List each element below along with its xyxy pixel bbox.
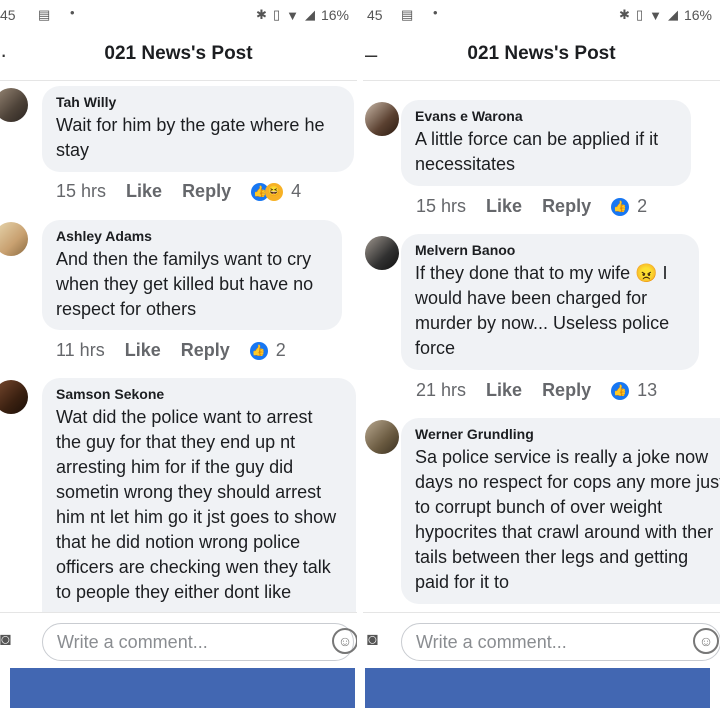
dot-icon: • (433, 5, 438, 20)
avatar[interactable] (365, 420, 399, 454)
notification-icon: ▤ (401, 7, 414, 22)
bluetooth-icon: ✱ (256, 7, 267, 22)
comment-text: Sa police service is really a joke now d… (415, 447, 720, 592)
bottom-action-bar[interactable] (10, 668, 355, 708)
app-bar: – 021 News's Post (363, 30, 720, 81)
comment-time: 15 hrs (56, 181, 107, 201)
like-reaction-icon: 👍 (611, 197, 630, 216)
page-title: 021 News's Post (104, 43, 253, 64)
avatar[interactable] (0, 380, 28, 414)
avatar[interactable] (365, 236, 399, 270)
signal-icon: ◢ (304, 7, 315, 22)
comment-composer: ◙ Write a comment... ☺ (363, 612, 720, 669)
avatar[interactable] (365, 102, 399, 136)
comment-bubble: Tah Willy Wait for him by the gate where… (42, 86, 354, 172)
reaction-count: 4 (291, 181, 302, 201)
bottom-action-bar[interactable] (365, 668, 710, 708)
emoji-icon[interactable]: ☺ (693, 628, 719, 654)
like-button[interactable]: Like (486, 380, 522, 401)
reaction-summary[interactable]: 👍 2 (249, 340, 286, 361)
comment-text: A little force can be applied if it nece… (415, 129, 659, 174)
comment-time: 15 hrs (416, 196, 467, 216)
signal-icon: ◢ (667, 7, 678, 22)
battery-percent: 16% (683, 7, 712, 23)
status-time: 45 (0, 7, 16, 23)
comment-bubble: Evans e Warona A little force can be app… (401, 100, 691, 186)
bluetooth-icon: ✱ (619, 7, 630, 22)
emoji-icon[interactable]: ☺ (332, 628, 357, 654)
reaction-count: 2 (637, 196, 648, 216)
comment-text: If they done that to my wife 😠 I would h… (415, 263, 670, 358)
commenter-name[interactable]: Melvern Banoo (415, 242, 685, 258)
status-bar: 45 ▤ • ✱ ▯ ▼ ◢ 16% (0, 0, 357, 30)
like-reaction-icon: 👍 (611, 381, 630, 400)
comment-input[interactable]: Write a comment... (42, 623, 354, 661)
commenter-name[interactable]: Samson Sekone (56, 386, 342, 402)
commenter-name[interactable]: Tah Willy (56, 94, 340, 110)
reply-button[interactable]: Reply (181, 340, 230, 361)
reaction-summary[interactable]: 👍 😆 4 (251, 181, 301, 202)
avatar[interactable] (0, 222, 28, 256)
comment-bubble: Ashley Adams And then the familys want t… (42, 220, 342, 330)
dot-icon: • (70, 5, 75, 20)
comment-meta: 11 hrs Like Reply 👍 2 (56, 340, 286, 361)
like-button[interactable]: Like (125, 340, 161, 361)
like-button[interactable]: Like (486, 196, 522, 217)
commenter-name[interactable]: Werner Grundling (415, 426, 709, 442)
comment-time: 11 hrs (56, 340, 105, 360)
reply-button[interactable]: Reply (542, 380, 591, 401)
comment-meta: 15 hrs Like Reply 👍 😆 4 (56, 181, 301, 202)
like-reaction-icon: 👍 (249, 341, 268, 360)
reply-button[interactable]: Reply (182, 181, 231, 202)
reaction-count: 13 (637, 380, 658, 400)
comment-bubble: Werner Grundling Sa police service is re… (401, 418, 720, 604)
vibrate-icon: ▯ (272, 7, 281, 22)
comment-bubble: Melvern Banoo If they done that to my wi… (401, 234, 699, 370)
avatar[interactable] (0, 88, 28, 122)
commenter-name[interactable]: Evans e Warona (415, 108, 677, 124)
app-bar: · 021 News's Post (0, 30, 357, 81)
battery-percent: 16% (320, 7, 349, 23)
comment-text: Wait for him by the gate where he stay (56, 115, 325, 160)
wifi-icon: ▼ (286, 7, 299, 23)
commenter-name[interactable]: Ashley Adams (56, 228, 328, 244)
comment-meta: 15 hrs Like Reply 👍 2 (416, 196, 647, 217)
comment-text: Wat did the police want to arrest the gu… (56, 407, 337, 602)
right-screenshot-panel: 45 ▤ • ✱ ▯ ▼ ◢ 16% – 021 News's Post Eva… (363, 0, 720, 720)
comment-input[interactable]: Write a comment... (401, 623, 720, 661)
comment-bubble: Samson Sekone Wat did the police want to… (42, 378, 356, 628)
left-screenshot-panel: 45 ▤ • ✱ ▯ ▼ ◢ 16% · 021 News's Post Tah… (0, 0, 357, 720)
reply-button[interactable]: Reply (542, 196, 591, 217)
status-time: 45 (367, 7, 383, 23)
haha-reaction-icon: 😆 (265, 182, 284, 201)
reaction-count: 2 (275, 340, 286, 360)
reaction-summary[interactable]: 👍 13 (611, 380, 657, 401)
camera-icon[interactable]: ◙ (367, 629, 391, 649)
comment-time: 21 hrs (416, 380, 467, 400)
camera-icon[interactable]: ◙ (0, 629, 24, 649)
notification-icon: ▤ (38, 7, 51, 22)
like-button[interactable]: Like (126, 181, 162, 202)
status-bar: 45 ▤ • ✱ ▯ ▼ ◢ 16% (363, 0, 720, 30)
vibrate-icon: ▯ (635, 7, 644, 22)
comment-text: And then the familys want to cry when th… (56, 249, 314, 319)
page-title: 021 News's Post (467, 43, 616, 64)
comment-meta: 21 hrs Like Reply 👍 13 (416, 380, 657, 401)
comment-composer: ◙ Write a comment... ☺ (0, 612, 357, 669)
wifi-icon: ▼ (649, 7, 662, 23)
reaction-summary[interactable]: 👍 2 (611, 196, 647, 217)
